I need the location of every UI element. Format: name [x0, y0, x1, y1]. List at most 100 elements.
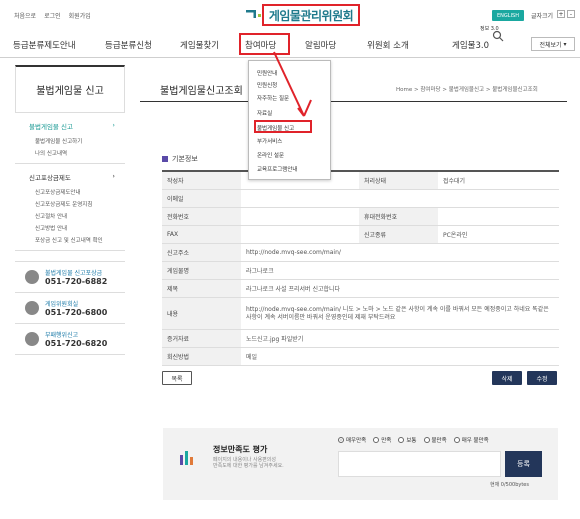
nav-committee[interactable]: 위원회 소개	[367, 39, 409, 51]
cell-label: 휴대전화번호	[359, 208, 438, 225]
radio-label: 매우 불만족	[461, 438, 489, 444]
sidebar-sub-my-reports[interactable]: 나의 신고내역	[15, 147, 125, 159]
radio-very-dissatisfied[interactable]: 매우 불만족	[453, 436, 489, 444]
sidebar-sub-report-method[interactable]: 신고방법 안내	[15, 222, 125, 234]
home-link[interactable]: 처음으로	[14, 11, 36, 20]
logo-text: 게임물관리위원회	[268, 8, 354, 23]
table-row: 전화번호 휴대전화번호	[162, 208, 559, 226]
sidebar-title: 불법게임물 신고	[15, 65, 125, 113]
satisfaction-options: 매우만족 만족 보통 불만족 매우 불만족	[338, 436, 489, 444]
table-row: 제목 라그나로크 사설 프리서버 신고합니다	[162, 280, 559, 298]
cell-value: PC온라인	[443, 232, 468, 239]
feedback-input[interactable]	[338, 451, 501, 477]
contact-reward: 불법게임물 신고포상금 051-720-6882	[15, 261, 125, 293]
cell-value: 라그나로크 사설 프리서버 신고합니다	[246, 286, 341, 293]
cell-value: 메일	[246, 354, 258, 361]
cell-value: http://node.mvq-see.com/main/ 니도 > 노마 > …	[246, 305, 549, 321]
dropdown-item-online-survey[interactable]: 온라인 설문	[257, 151, 284, 159]
sidebar-section-report: 불법게임물 신고 › 불법게임물 신고하기 나의 신고내역	[15, 113, 125, 164]
section-label-text: 기본정보	[172, 155, 198, 163]
sidebar-sub-reward-guide[interactable]: 신고포상금제도안내	[15, 186, 125, 198]
contact-name: 부패행위신고	[45, 332, 79, 339]
cell-label: 전화번호	[162, 208, 241, 225]
satisfaction-desc-line: 만족도에 대한 평가를 남겨주세요.	[213, 463, 284, 469]
table-row: 회신방법 메일	[162, 348, 559, 366]
money-icon	[25, 270, 39, 284]
section-label: 기본정보	[162, 154, 198, 164]
sidebar-item-label: 불법게임물 신고	[29, 123, 73, 131]
breadcrumb: Home > 참여마당 > 불법게임물신고 > 불법게임물신고조회	[396, 87, 538, 93]
cell-label: 작성자	[162, 172, 241, 189]
report-detail-table: 작성자 처리상태 접수대기 이메일 전화번호 휴대전화번호 FAX 신고종류 P…	[162, 170, 559, 366]
title-divider	[140, 101, 567, 102]
contact-phone: 051-720-6882	[45, 277, 108, 286]
edit-button[interactable]: 수정	[527, 371, 557, 385]
radio-very-satisfied[interactable]: 매우만족	[338, 436, 366, 444]
chevron-right-icon: ›	[112, 172, 115, 180]
table-row: 증거자료 노드신고.jpg 파일받기	[162, 330, 559, 348]
sidebar-item-reward[interactable]: 신고포상금제도 ›	[15, 168, 125, 186]
cell-label: 신고종류	[359, 226, 438, 243]
table-row: 게임물명 라그나로크	[162, 262, 559, 280]
dropdown-item-extra-services[interactable]: 부가서비스	[257, 137, 282, 145]
sidebar-sub-report-procedure[interactable]: 신고절차 안내	[15, 210, 125, 222]
radio-dissatisfied[interactable]: 불만족	[423, 436, 447, 444]
top-links: 처음으로 로그인 회원가입	[14, 11, 91, 20]
info3-icon[interactable]	[492, 30, 508, 42]
font-increase-button[interactable]: +	[557, 10, 565, 18]
radio-label: 불만족	[431, 438, 447, 444]
dropdown-item-education[interactable]: 교육프로그램안내	[257, 165, 297, 173]
cell-value: 접수대기	[443, 178, 466, 185]
nav-rating-system[interactable]: 등급분류제도안내	[13, 39, 76, 51]
byte-counter: 현재 0/500bytes	[490, 482, 529, 488]
contact-phone: 051-720-6820	[45, 339, 108, 348]
radio-icon	[373, 437, 380, 443]
sidebar-sub-reward-rules[interactable]: 신고포상금제도 운영지침	[15, 198, 125, 210]
cell-label: 회신방법	[162, 348, 241, 365]
delete-button[interactable]: 삭제	[492, 371, 522, 385]
cell-value	[241, 226, 359, 243]
phone-icon	[25, 301, 39, 315]
chevron-right-icon: ›	[112, 121, 115, 129]
sidebar-sub-reward-check[interactable]: 포상금 신고 및 신고내역 확인	[15, 234, 125, 246]
chevron-down-icon: ▾	[563, 40, 567, 48]
cell-label: 내용	[162, 298, 241, 329]
evidence-download-link[interactable]: 노드신고.jpg 파일받기	[241, 330, 559, 347]
signup-link[interactable]: 회원가입	[69, 11, 91, 20]
radio-neutral[interactable]: 보통	[398, 436, 417, 444]
sidebar-item-report[interactable]: 불법게임물 신고 ›	[15, 117, 125, 135]
feedback-submit-button[interactable]: 등록	[505, 451, 542, 477]
satisfaction-title: 정보만족도 평가	[213, 445, 268, 454]
font-size-label: 글자크기	[531, 13, 554, 20]
contact-name: 게임위원회실	[45, 301, 79, 308]
list-button[interactable]: 목록	[162, 371, 192, 385]
table-row: 작성자 처리상태 접수대기	[162, 172, 559, 190]
cell-label: FAX	[162, 226, 241, 243]
bar-chart-icon	[180, 451, 193, 465]
radio-icon	[453, 437, 460, 443]
table-row: 내용 http://node.mvq-see.com/main/ 니도 > 노마…	[162, 298, 559, 330]
english-button[interactable]: ENGLISH	[492, 10, 524, 21]
logo[interactable]: 게임물관리위원회	[262, 4, 360, 26]
sidebar-item-label: 신고포상금제도	[29, 174, 71, 182]
nav-rating-apply[interactable]: 등급분류신청	[105, 39, 152, 51]
radio-satisfied[interactable]: 만족	[373, 436, 391, 444]
nav-game3[interactable]: 게임물3.0	[452, 39, 489, 51]
table-row: 신고주소 http://node.mvq-see.com/main/	[162, 244, 559, 262]
cell-value: 라그나로크	[246, 268, 274, 275]
sidebar-sub-report-submit[interactable]: 불법게임물 신고하기	[15, 135, 125, 147]
login-link[interactable]: 로그인	[44, 11, 61, 20]
cell-label: 제목	[162, 280, 241, 297]
cell-value	[438, 208, 559, 225]
sidebar: 불법게임물 신고 불법게임물 신고 › 불법게임물 신고하기 나의 신고내역 신…	[15, 65, 125, 355]
font-decrease-button[interactable]: -	[567, 10, 575, 18]
contact-committee: 게임위원회실 051-720-6800	[15, 293, 125, 324]
nav-game-search[interactable]: 게임물찾기	[180, 39, 219, 51]
radio-label: 보통	[406, 438, 417, 444]
cell-label: 게임물명	[162, 262, 241, 279]
contact-name: 불법게임물 신고포상금	[45, 270, 103, 277]
all-menu-select[interactable]: 전체보기 ▾	[531, 37, 575, 51]
arrow-icon	[273, 51, 312, 117]
cell-label: 처리상태	[359, 172, 438, 189]
satisfaction-desc: 페이지의 내용이나 사용편의성 만족도에 대한 평가를 남겨주세요.	[213, 457, 284, 469]
